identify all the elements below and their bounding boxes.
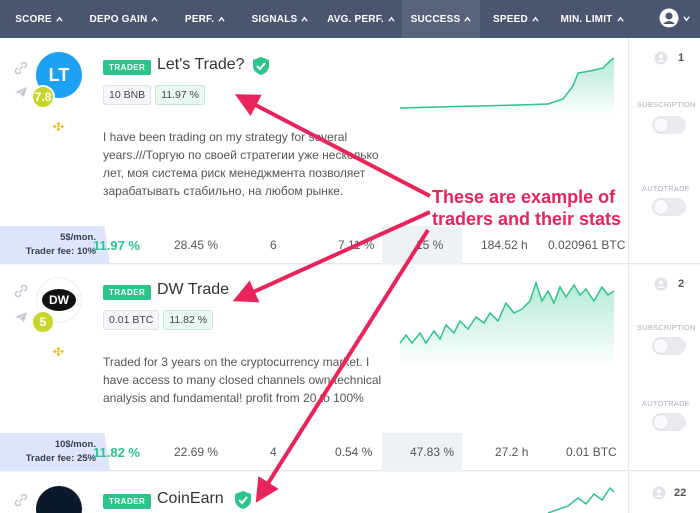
trader-name[interactable]: CoinEarn <box>157 490 224 508</box>
subscribers-icon <box>654 277 668 291</box>
sort-success[interactable]: SUCCESS <box>402 0 480 38</box>
depo-gain-value: 11.97 % <box>93 238 140 253</box>
subscribers-icon <box>652 486 666 500</box>
subscribers-count: 2 <box>678 278 685 290</box>
verified-shield-icon <box>253 57 269 75</box>
performance-chart <box>547 486 615 513</box>
sort-depo-gain[interactable]: DEPO GAIN <box>78 0 170 38</box>
subscription-toggle[interactable] <box>652 337 686 355</box>
trader-description: Traded for 3 years on the cryptocurrency… <box>103 355 382 405</box>
chevron-up-icon <box>56 16 63 22</box>
score-badge: 7.8 <box>31 85 55 109</box>
score-badge: 5 <box>31 310 55 334</box>
user-menu[interactable] <box>659 8 690 28</box>
card-actions <box>628 265 700 471</box>
chevron-up-icon <box>388 16 395 22</box>
card-actions <box>628 38 700 264</box>
performance-chart <box>399 57 615 114</box>
depo-gain-value: 11.82 % <box>93 445 140 460</box>
autotrade-toggle[interactable] <box>652 198 686 216</box>
binance-icon <box>53 346 64 357</box>
speed-value: 184.52 h <box>481 238 528 252</box>
sort-score[interactable]: SCORE <box>0 0 78 38</box>
min-limit-value: 0.01 BTC <box>566 445 617 459</box>
chevron-down-icon <box>683 15 690 21</box>
trader-card[interactable]: LT 7.8 TRADER Let's Trade? 10 BNB 11.97 … <box>0 38 700 264</box>
autotrade-label: AUTOTRADE <box>642 184 690 193</box>
user-icon <box>659 8 679 28</box>
trader-card[interactable]: DW 5 TRADER DW Trade 0.01 BTC 11.82 % Tr… <box>0 265 700 471</box>
signals-value: 6 <box>270 238 277 252</box>
perf-value: 28.45 % <box>174 238 219 252</box>
trader-name[interactable]: DW Trade <box>157 281 229 299</box>
deposit-tag: 10 BNB <box>103 85 152 105</box>
subscription-toggle[interactable] <box>652 116 686 134</box>
subscribers-count: 22 <box>674 487 687 499</box>
annotation-text: These are example of traders and their s… <box>432 187 622 229</box>
sort-signals[interactable]: SIGNALS <box>240 0 320 38</box>
avg-perf-value: 0.54 % <box>335 445 373 459</box>
chevron-up-icon <box>218 16 225 22</box>
trader-tags: 10 BNB 11.97 % <box>103 85 205 105</box>
success-value: 47.83 % <box>410 445 455 459</box>
trader-tags: 0.01 BTC 11.82 % <box>103 310 214 330</box>
trader-card[interactable]: TRADER CoinEarn 22 <box>0 472 700 513</box>
sort-avg-perf[interactable]: AVG. PERF. <box>320 0 402 38</box>
subscribers-count: 1 <box>678 52 685 64</box>
trader-name[interactable]: Let's Trade? <box>157 56 245 74</box>
chevron-up-icon <box>464 16 472 22</box>
speed-value: 27.2 h <box>495 445 529 459</box>
chevron-up-icon <box>532 16 539 22</box>
min-limit-value: 0.020961 BTC <box>548 238 626 252</box>
subscribers-icon <box>654 51 668 65</box>
telegram-icon[interactable] <box>12 309 30 325</box>
sort-perf[interactable]: PERF. <box>170 0 240 38</box>
trader-badge: TRADER <box>103 494 152 509</box>
link-icon[interactable] <box>12 60 30 76</box>
gain-tag: 11.97 % <box>155 85 205 105</box>
subscription-label: SUBSCRIPTION <box>637 100 696 109</box>
link-icon[interactable] <box>12 492 30 508</box>
performance-chart <box>399 280 615 363</box>
subscription-label: SUBSCRIPTION <box>637 323 696 332</box>
verified-shield-icon <box>235 491 251 509</box>
chevron-up-icon <box>301 16 309 22</box>
trader-badge: TRADER <box>103 60 152 75</box>
sort-min-limit[interactable]: MIN. LIMIT <box>552 0 632 38</box>
autotrade-toggle[interactable] <box>652 413 686 431</box>
success-value: 15 % <box>416 238 444 252</box>
telegram-icon[interactable] <box>12 84 30 100</box>
avg-perf-value: 7.11 % <box>338 238 375 252</box>
sort-speed[interactable]: SPEED <box>480 0 552 38</box>
autotrade-label: AUTOTRADE <box>642 399 690 408</box>
signals-value: 4 <box>270 445 277 459</box>
link-icon[interactable] <box>12 283 30 299</box>
trader-description: I have been trading on my strategy for s… <box>103 130 379 198</box>
trader-badge: TRADER <box>103 285 152 300</box>
perf-value: 22.69 % <box>174 445 219 459</box>
table-header: SCORE DEPO GAIN PERF. SIGNALS AVG. PERF.… <box>0 0 700 38</box>
chevron-up-icon <box>616 16 624 22</box>
chevron-up-icon <box>151 16 159 22</box>
gain-tag: 11.82 % <box>163 310 214 330</box>
avatar <box>36 486 82 513</box>
deposit-tag: 0.01 BTC <box>103 310 160 330</box>
binance-icon <box>53 121 64 132</box>
